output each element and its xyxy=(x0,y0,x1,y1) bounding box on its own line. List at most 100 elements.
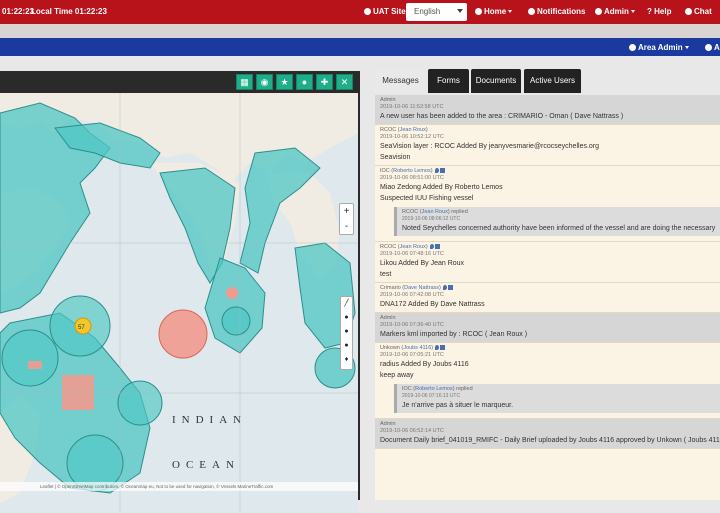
reply-block: RCOC (Jean Roux) replied 2019-10-06 08:0… xyxy=(394,207,720,236)
caret-down-icon xyxy=(630,10,635,13)
admin-menu[interactable]: Admin xyxy=(595,7,635,16)
ocean-label-2: OCEAN xyxy=(172,459,240,471)
message-text: test xyxy=(380,271,392,278)
map-attribution: Leaflet | © OpenStreetMap contributors, … xyxy=(0,482,358,491)
message-text: Document Daily brief_041019_RMIFC - Dail… xyxy=(380,437,720,444)
reply-sender: RCOC (Jean Roux) replied xyxy=(402,209,468,215)
globe-icon xyxy=(629,44,636,51)
message-time: 2019-10-06 07:42:08 UTC xyxy=(380,292,444,298)
location-pin-icon[interactable] xyxy=(429,244,434,249)
language-select[interactable]: English xyxy=(406,3,467,21)
reply-text: Je n'arrive pas à situer le marqueur. xyxy=(402,402,514,409)
message-time: 2019-10-06 07:36:40 UTC xyxy=(380,322,444,328)
draw-circle-icon[interactable]: ● xyxy=(341,325,352,339)
message-time: 2019-10-06 07:05:21 UTC xyxy=(380,352,444,358)
location-pin-icon[interactable] xyxy=(442,285,447,290)
message-list[interactable]: Admin 2019-10-06 11:52:58 UTC A new user… xyxy=(375,95,720,500)
message-time: 2019-10-06 07:48:16 UTC xyxy=(380,251,444,257)
tab-active-users[interactable]: Active Users xyxy=(524,69,581,93)
spacer-bar xyxy=(0,24,720,38)
message-time: 2019-10-06 08:51:00 UTC xyxy=(380,175,444,181)
pin-tool-button[interactable]: ◉ xyxy=(256,74,273,90)
user-link[interactable]: Jean Roux xyxy=(400,127,426,133)
map-icon[interactable] xyxy=(447,285,453,290)
zoom-out-button[interactable]: - xyxy=(340,219,353,234)
user-link[interactable]: Jean Roux xyxy=(422,209,448,215)
map-canvas[interactable]: 57 INDIAN OCEAN xyxy=(0,93,358,513)
star-tool-button[interactable]: ★ xyxy=(276,74,293,90)
ocean-label-1: INDIAN xyxy=(172,414,247,426)
globe-icon xyxy=(705,44,712,51)
map-view[interactable]: 57 INDIAN OCEAN + - ╱ ● ● ● ♦ Leaflet | … xyxy=(0,93,358,513)
notifications-link[interactable]: Notifications xyxy=(528,7,585,16)
draw-toolbar: ╱ ● ● ● ♦ xyxy=(340,296,353,370)
home-icon xyxy=(475,8,482,15)
draw-pin-icon[interactable]: ♦ xyxy=(341,353,352,367)
message-panel: Messages Forms Documents Active Users Ad… xyxy=(373,69,720,500)
zoom-control: + - xyxy=(339,203,354,235)
message-item: Crimario (Dave Nattrass) 2019-10-06 07:4… xyxy=(375,283,720,313)
reply-block: IOC (Roberto Lemos) replied 2019-10-06 0… xyxy=(394,384,720,413)
message-text: Seavision xyxy=(380,154,411,161)
location-pin-icon[interactable] xyxy=(434,168,439,173)
local-time-text: Local Time 01:22:23 xyxy=(31,7,107,16)
message-text: Markers kml imported by : RCOC ( Jean Ro… xyxy=(380,331,528,338)
pin-icon: ◉ xyxy=(260,77,269,87)
message-text: SeaVision layer : RCOC Added By jeanyves… xyxy=(380,143,600,150)
cross-icon: ✚ xyxy=(320,77,329,87)
message-sender: Admin xyxy=(380,97,396,103)
user-link[interactable]: Roberto Lemos xyxy=(415,386,453,392)
location-pin-icon[interactable] xyxy=(435,345,440,350)
message-item: Unkown (Joubs 4116) 2019-10-06 07:05:21 … xyxy=(375,343,720,419)
area-admin-menu[interactable]: Area Admin xyxy=(629,43,689,52)
message-item: RCOC (Jean Roux) 2019-10-06 07:48:16 UTC… xyxy=(375,242,720,283)
user-icon: ● xyxy=(301,77,308,87)
subnav-right-item[interactable]: A xyxy=(705,43,720,52)
map-toolbar: ▦ ◉ ★ ● ✚ ✕ xyxy=(0,71,360,93)
draw-polygon-icon[interactable]: ● xyxy=(341,311,352,325)
user-link[interactable]: Jean Roux xyxy=(400,244,426,250)
tab-forms[interactable]: Forms xyxy=(428,69,469,93)
user-icon xyxy=(595,8,602,15)
user-link[interactable]: Roberto Lemos xyxy=(393,168,431,174)
user-link[interactable]: Joubs 4116 xyxy=(403,345,431,351)
reply-text: Noted Seychelles concerned authority hav… xyxy=(402,225,716,232)
chat-link[interactable]: Chat xyxy=(685,7,712,16)
info-icon xyxy=(364,8,371,15)
message-sender: Admin xyxy=(380,421,396,427)
marker-count: 57 xyxy=(78,325,85,331)
draw-marker-icon[interactable]: ● xyxy=(341,339,352,353)
draw-line-icon[interactable]: ╱ xyxy=(341,297,352,311)
user-link[interactable]: Dave Nattrass xyxy=(404,285,439,291)
tab-documents[interactable]: Documents xyxy=(471,69,521,93)
tab-messages[interactable]: Messages xyxy=(375,69,426,93)
chevron-down-icon xyxy=(457,9,463,13)
zoom-in-button[interactable]: + xyxy=(340,204,353,219)
message-item: IOC (Roberto Lemos) 2019-10-06 08:51:00 … xyxy=(375,166,720,242)
uat-site-link[interactable]: UAT Site xyxy=(364,7,406,16)
top-navbar: 01:22:23 Local Time 01:22:23 UAT Site En… xyxy=(0,0,720,24)
message-text: DNA172 Added By Dave Nattrass xyxy=(380,301,485,308)
message-item: Admin 2019-10-06 07:36:40 UTC Markers km… xyxy=(375,313,720,343)
map-icon[interactable] xyxy=(440,345,446,350)
cross-tool-button[interactable]: ✚ xyxy=(316,74,333,90)
message-text: Suspected IUU Fishing vessel xyxy=(380,195,474,202)
message-sender: IOC (Roberto Lemos) xyxy=(380,168,720,175)
message-sender: Admin xyxy=(380,315,396,321)
star-icon: ★ xyxy=(280,77,289,87)
message-text: radius Added By Joubs 4116 xyxy=(380,361,469,368)
grid-tool-button[interactable]: ▦ xyxy=(236,74,253,90)
caret-down-icon xyxy=(684,46,689,49)
message-time: 2019-10-06 06:52:14 UTC xyxy=(380,428,444,434)
user-tool-button[interactable]: ● xyxy=(296,74,313,90)
grid-icon: ▦ xyxy=(240,77,249,87)
message-sender: Crimario (Dave Nattrass) xyxy=(380,285,720,292)
help-link[interactable]: ? Help xyxy=(647,7,671,16)
bell-icon xyxy=(528,8,535,15)
message-time: 2019-10-06 10:52:12 UTC xyxy=(380,134,444,140)
map-icon[interactable] xyxy=(439,168,445,173)
close-map-button[interactable]: ✕ xyxy=(336,74,353,90)
home-menu[interactable]: Home xyxy=(475,7,513,16)
map-icon[interactable] xyxy=(434,244,440,249)
caret-down-icon xyxy=(508,10,513,13)
